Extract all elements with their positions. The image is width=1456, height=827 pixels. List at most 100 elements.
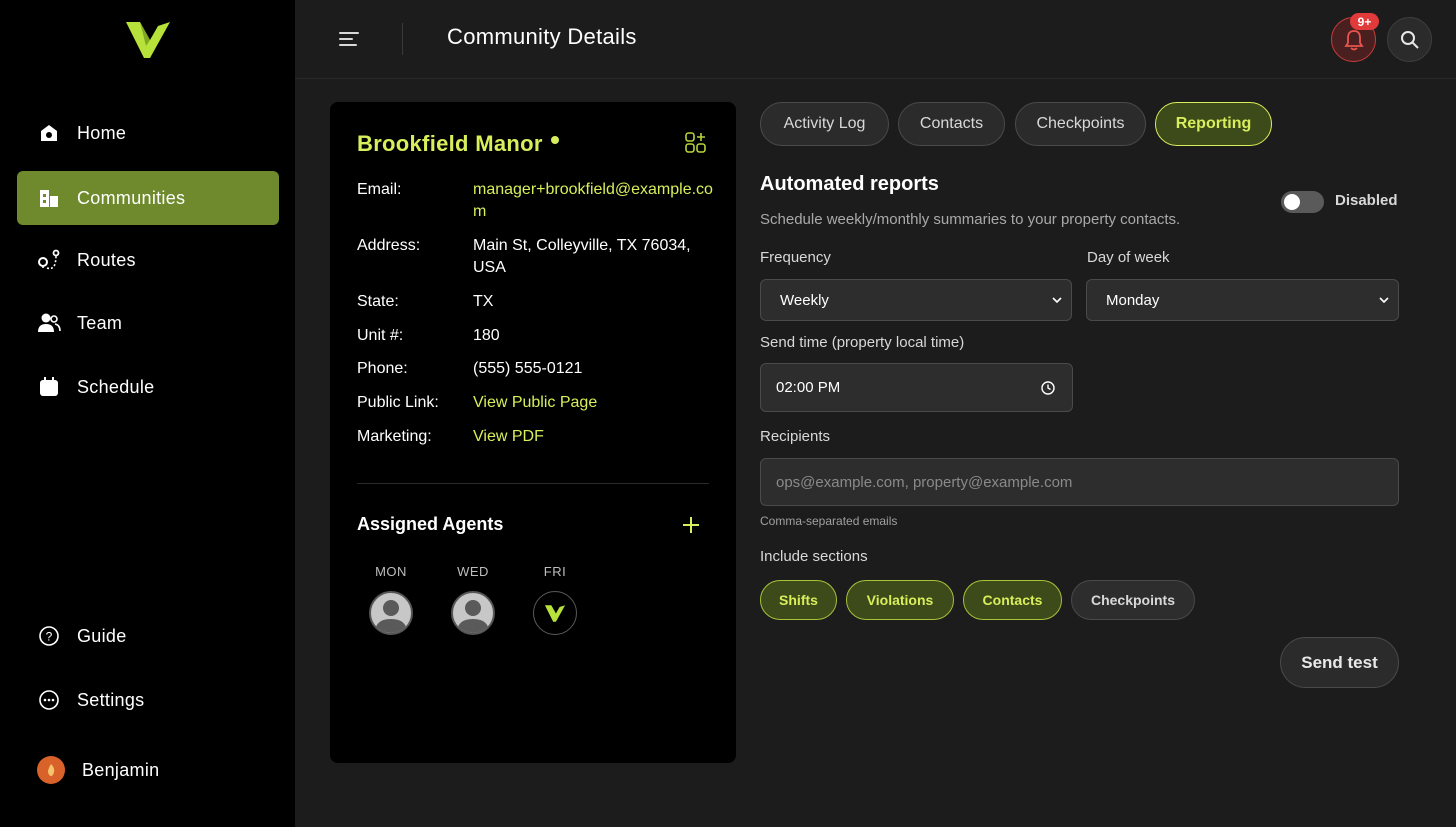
public-page-link[interactable]: View Public Page — [473, 392, 713, 414]
sidebar-item-home[interactable]: Home — [17, 106, 279, 160]
brand-logo-icon — [544, 605, 566, 622]
settings-icon — [37, 688, 61, 712]
team-icon — [37, 311, 61, 335]
send-test-button[interactable]: Send test — [1280, 637, 1399, 688]
community-name: Brookfield Manor — [357, 131, 543, 156]
recipients-hint: Comma-separated emails — [760, 514, 898, 528]
sidebar-item-label: Schedule — [77, 376, 155, 397]
help-icon: ? — [37, 624, 61, 648]
info-row-phone: Phone: (555) 555-0121 — [357, 358, 713, 380]
frequency-label: Frequency — [760, 249, 831, 266]
chevron-down-icon — [1052, 297, 1062, 304]
tab-activity-log[interactable]: Activity Log — [760, 102, 889, 146]
sidebar-item-label: Settings — [77, 689, 145, 710]
sidebar-item-communities[interactable]: Communities — [17, 171, 279, 225]
agent-brand-avatar — [533, 591, 577, 635]
section-chip-violations[interactable]: Violations — [846, 580, 954, 620]
building-icon — [37, 186, 61, 210]
sidebar: Home Communities Routes Team Schedule ? … — [0, 0, 295, 827]
email-link[interactable]: manager+brookfield@example.com — [473, 179, 713, 223]
add-agent-icon[interactable] — [680, 514, 702, 536]
agent-slot-wed[interactable]: WED — [448, 564, 498, 635]
sidebar-item-guide[interactable]: ? Guide — [17, 609, 279, 663]
info-label: Address: — [357, 237, 421, 254]
section-subtitle: Schedule weekly/monthly summaries to you… — [760, 211, 1181, 228]
user-profile[interactable]: Benjamin — [37, 756, 159, 784]
avatar — [37, 756, 65, 784]
sidebar-item-settings[interactable]: Settings — [17, 673, 279, 727]
state-value: TX — [473, 293, 494, 310]
section-chip-contacts[interactable]: Contacts — [963, 580, 1062, 620]
section-chip-checkpoints[interactable]: Checkpoints — [1071, 580, 1195, 620]
community-card: Brookfield Manor Email: manager+brookfie… — [330, 102, 736, 763]
info-row-unit: Unit #: 180 — [357, 325, 713, 347]
frequency-value: Weekly — [780, 291, 829, 309]
bell-icon — [1343, 29, 1364, 50]
agent-day: WED — [457, 564, 489, 579]
user-name: Benjamin — [82, 759, 160, 780]
agent-avatar — [369, 591, 413, 635]
send-time-input[interactable]: 02:00 PM — [760, 363, 1073, 412]
hamburger-icon — [339, 32, 359, 46]
reports-toggle[interactable] — [1281, 191, 1324, 213]
unit-value: 180 — [473, 327, 500, 344]
sidebar-item-label: Routes — [77, 249, 136, 270]
chevron-down-icon — [1379, 297, 1389, 304]
community-title: Brookfield Manor — [357, 131, 559, 157]
home-icon — [37, 121, 61, 145]
toggle-knob — [1284, 194, 1300, 210]
sidebar-item-label: Guide — [77, 625, 127, 646]
day-of-week-select[interactable]: Monday — [1086, 279, 1399, 321]
tab-checkpoints[interactable]: Checkpoints — [1015, 102, 1146, 146]
menu-toggle-button[interactable] — [335, 26, 363, 52]
sidebar-item-team[interactable]: Team — [17, 296, 279, 350]
info-row-state: State: TX — [357, 291, 713, 313]
info-row-public-link: Public Link: View Public Page — [357, 392, 713, 414]
search-button[interactable] — [1387, 17, 1432, 62]
day-of-week-label: Day of week — [1087, 249, 1170, 266]
card-divider — [357, 483, 709, 484]
agent-slot-mon[interactable]: MON — [366, 564, 416, 635]
frequency-select[interactable]: Weekly — [760, 279, 1072, 321]
sidebar-item-routes[interactable]: Routes — [17, 233, 279, 287]
info-label: Email: — [357, 181, 402, 198]
info-label: Phone: — [357, 360, 408, 377]
address-value: Main St, Colleyville, TX 76034, USA — [473, 237, 691, 276]
info-label: Public Link: — [357, 394, 439, 411]
agent-slot-fri[interactable]: FRI — [530, 564, 580, 635]
calendar-icon — [37, 375, 61, 399]
brand-logo[interactable] — [124, 18, 172, 60]
info-label: Unit #: — [357, 327, 404, 344]
page-title: Community Details — [447, 24, 637, 49]
marketing-pdf-link[interactable]: View PDF — [473, 426, 713, 448]
sidebar-item-label: Communities — [77, 187, 186, 208]
recipients-input[interactable]: ops@example.com, property@example.com — [760, 458, 1399, 506]
info-row-marketing: Marketing: View PDF — [357, 426, 713, 448]
day-of-week-value: Monday — [1106, 291, 1160, 309]
recipients-label: Recipients — [760, 428, 831, 445]
apps-add-icon[interactable] — [684, 132, 708, 156]
search-icon — [1400, 30, 1419, 49]
send-time-value: 02:00 PM — [776, 379, 841, 396]
svg-text:?: ? — [46, 630, 53, 644]
tab-contacts[interactable]: Contacts — [898, 102, 1005, 146]
sidebar-item-schedule[interactable]: Schedule — [17, 360, 279, 414]
assigned-agents-title: Assigned Agents — [357, 514, 504, 534]
sidebar-item-label: Team — [77, 312, 123, 333]
sidebar-item-label: Home — [77, 122, 127, 143]
online-status-dot — [550, 136, 559, 144]
section-chip-shifts[interactable]: Shifts — [760, 580, 837, 620]
tab-reporting[interactable]: Reporting — [1155, 102, 1272, 146]
info-row-address: Address: Main St, Colleyville, TX 76034,… — [357, 235, 713, 279]
info-label: Marketing: — [357, 428, 432, 445]
info-label: State: — [357, 293, 399, 310]
agent-day: MON — [375, 564, 407, 579]
clock-icon[interactable] — [1040, 380, 1056, 396]
toggle-status-label: Disabled — [1335, 192, 1398, 209]
route-icon — [37, 248, 61, 272]
send-time-label: Send time (property local time) — [760, 334, 965, 351]
top-header: Community Details 9+ — [295, 0, 1456, 79]
phone-value: (555) 555-0121 — [473, 360, 583, 377]
agent-avatar — [451, 591, 495, 635]
notification-badge: 9+ — [1350, 13, 1379, 30]
